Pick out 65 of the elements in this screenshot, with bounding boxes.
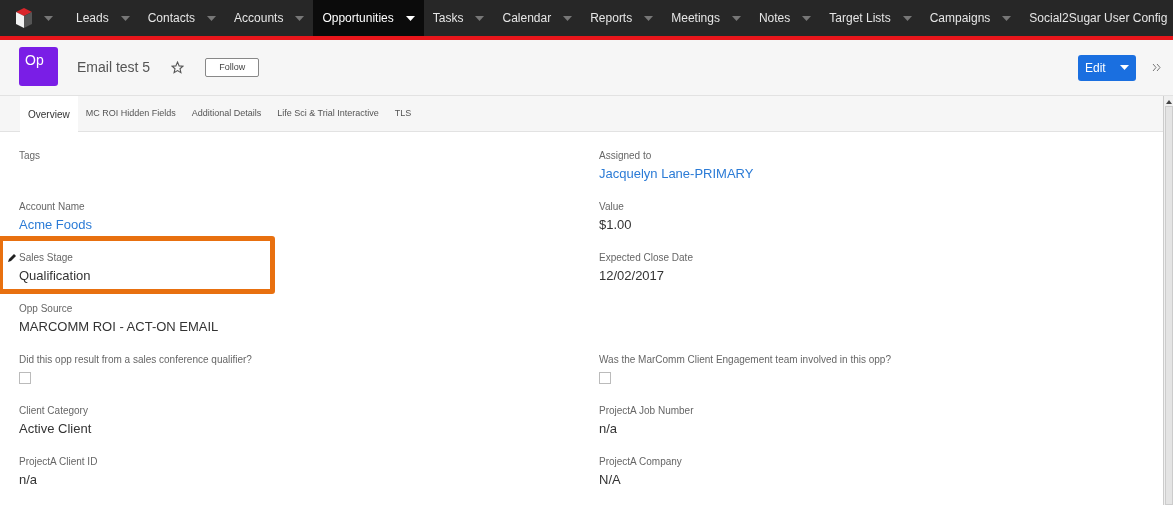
pencil-icon[interactable] [8, 253, 17, 262]
nav-menu-item[interactable]: Campaigns [920, 0, 1021, 36]
checkbox[interactable] [599, 372, 611, 384]
field-label: Sales Stage [19, 251, 73, 265]
caret-icon [405, 15, 415, 21]
nav-menu-item[interactable]: Accounts [225, 0, 314, 36]
field-label: Expected Close Date [599, 251, 693, 265]
field-value-link[interactable]: Acme Foods [19, 215, 92, 235]
field-value: Active Client [19, 420, 92, 438]
caret-icon [207, 15, 217, 21]
caret-icon [120, 15, 130, 21]
tab[interactable]: Additional Details [183, 96, 270, 131]
record-title: Email test 5 [77, 58, 151, 77]
field-value: n/a [19, 471, 38, 489]
caret-icon [731, 15, 741, 21]
field-label: ProjectA Company [599, 455, 682, 469]
field-value: n/a [599, 420, 618, 438]
nav-menu-item[interactable]: Leads [67, 0, 139, 36]
field-label: Tags [19, 149, 41, 163]
nav-menu-item[interactable]: Notes [749, 0, 821, 36]
tab[interactable]: Overview [20, 96, 78, 132]
tab[interactable]: TLS [386, 96, 420, 131]
nav-menu-item[interactable]: Meetings [662, 0, 750, 36]
nav-menu-item[interactable]: Calendar [493, 0, 582, 36]
cube-logo-icon[interactable] [16, 8, 32, 28]
scroll-up-arrow-icon[interactable] [1165, 100, 1172, 104]
field-value: N/A [599, 471, 621, 489]
checkbox[interactable] [19, 372, 31, 384]
nav-menu-item[interactable]: Reports [581, 0, 663, 36]
caret-icon [1119, 65, 1129, 70]
field-label: Assigned to [599, 149, 652, 163]
tab[interactable]: Life Sci & Trial Interactive [269, 96, 387, 131]
module-badge: Op [19, 47, 58, 86]
scrollbar[interactable] [1163, 96, 1173, 505]
caret-icon [1002, 15, 1012, 21]
edit-button[interactable]: Edit [1078, 54, 1136, 81]
field-label: Was the MarComm Client Engagement team involved in this opp? [599, 353, 891, 367]
nav-menu-item[interactable]: Tasks [423, 0, 494, 36]
caret-icon [902, 15, 912, 21]
caret-icon [44, 15, 53, 21]
field-value-link[interactable]: Jacquelyn Lane-PRIMARY [599, 164, 754, 184]
field-value: 12/02/2017 [599, 267, 665, 285]
nav-menu-item[interactable]: Contacts [138, 0, 226, 36]
field-label: Value [599, 200, 624, 214]
caret-icon [802, 15, 812, 21]
field-label: ProjectA Job Number [599, 404, 694, 418]
field-label: Client Category [19, 404, 88, 418]
star-icon[interactable] [171, 61, 185, 74]
field-value: Qualification [19, 267, 91, 285]
field-label: Account Name [19, 200, 85, 214]
field-label: ProjectA Client ID [19, 455, 98, 469]
caret-icon [563, 15, 573, 21]
field-value: $1.00 [599, 216, 632, 234]
field-value: MARCOMM ROI - ACT-ON EMAIL [19, 318, 219, 336]
nav-menu-item[interactable]: Social2Sugar User Config [1020, 0, 1173, 36]
nav-menu-item[interactable]: Opportunities [313, 0, 424, 36]
nav-menu-item[interactable]: Target Lists [820, 0, 921, 36]
field-label: Did this opp result from a sales conference qualifier? [19, 353, 252, 367]
expand-chevron-icon[interactable] [1152, 63, 1161, 72]
caret-icon [475, 15, 485, 21]
field-label: Opp Source [19, 302, 73, 316]
follow-button[interactable]: Follow [205, 58, 260, 77]
caret-icon [644, 15, 654, 21]
caret-icon [295, 15, 305, 21]
tab[interactable]: MC ROI Hidden Fields [77, 96, 184, 131]
